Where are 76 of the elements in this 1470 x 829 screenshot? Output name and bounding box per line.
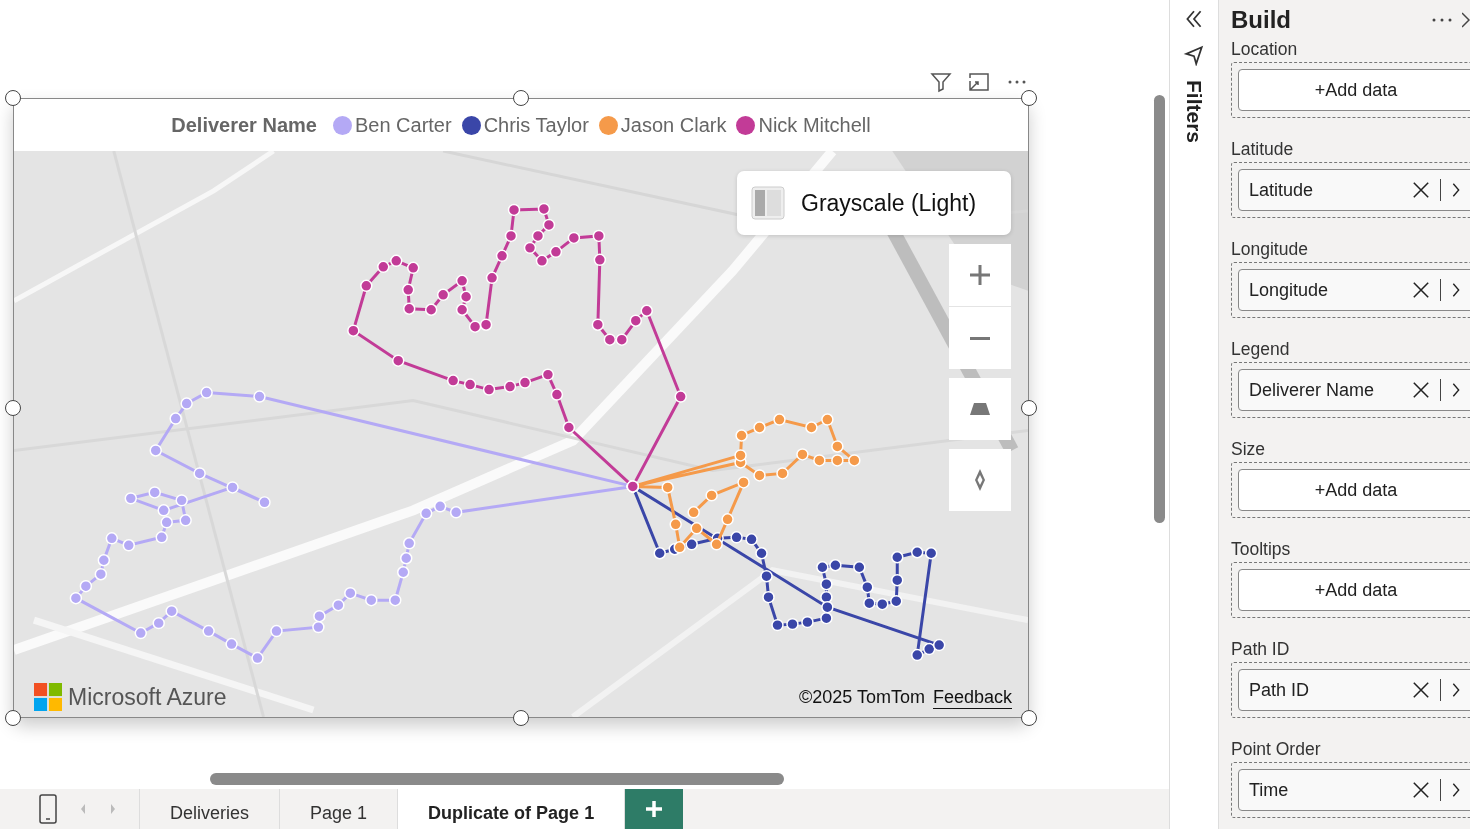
well-label: Point Order xyxy=(1231,738,1322,761)
resize-handle[interactable] xyxy=(1021,400,1037,416)
close-icon[interactable] xyxy=(1412,181,1430,199)
resize-handle[interactable] xyxy=(1021,710,1037,726)
drop-zone[interactable]: Latitude xyxy=(1231,162,1470,218)
field-pill[interactable]: Longitude xyxy=(1238,269,1470,311)
add-page-button[interactable] xyxy=(625,789,684,829)
legend-label: Chris Taylor xyxy=(483,113,589,137)
close-icon[interactable] xyxy=(1412,781,1430,799)
well-label: Legend xyxy=(1231,338,1291,361)
plus-icon xyxy=(968,263,992,287)
legend-label: Jason Clark xyxy=(620,113,727,137)
page-tab[interactable]: Deliveries xyxy=(140,789,281,829)
focus-mode-icon[interactable] xyxy=(967,70,991,94)
phone-icon[interactable] xyxy=(38,794,58,824)
drop-zone[interactable]: +Add data xyxy=(1231,462,1470,518)
well-label: Longitude xyxy=(1231,238,1309,261)
add-data-button[interactable]: +Add data xyxy=(1238,469,1470,511)
close-icon[interactable] xyxy=(1412,681,1430,699)
drop-zone[interactable]: Time xyxy=(1231,762,1470,818)
map-style-button[interactable]: Grayscale (Light) xyxy=(737,171,1011,235)
drop-zone[interactable]: Longitude xyxy=(1231,262,1470,318)
legend-title: Deliverer Name xyxy=(171,113,317,137)
pitch-button[interactable] xyxy=(949,378,1011,440)
filters-tab[interactable]: Filters xyxy=(1182,80,1206,144)
drop-zone[interactable]: Path ID xyxy=(1231,662,1470,718)
field-name: Deliverer Name xyxy=(1249,379,1376,401)
scrollbar-thumb[interactable] xyxy=(210,773,784,785)
resize-handle[interactable] xyxy=(1021,90,1037,106)
field-name: Path ID xyxy=(1249,679,1311,701)
field-name: Time xyxy=(1249,779,1290,801)
field-pill[interactable]: Latitude xyxy=(1238,169,1470,211)
field-pill[interactable]: Deliverer Name xyxy=(1238,369,1470,411)
field-name: Latitude xyxy=(1249,179,1315,201)
brand-name: Microsoft Azure xyxy=(68,683,227,711)
close-icon[interactable] xyxy=(1412,381,1430,399)
well-label: Path ID xyxy=(1231,638,1291,661)
resize-handle[interactable] xyxy=(5,400,21,416)
field-pill[interactable]: Time xyxy=(1238,769,1470,811)
feedback-link[interactable]: Feedback xyxy=(932,687,1012,709)
chevron-icon[interactable] xyxy=(1451,381,1461,399)
resize-handle[interactable] xyxy=(5,710,21,726)
expand-icon[interactable] xyxy=(1462,10,1470,30)
legend-label: Ben Carter xyxy=(354,113,452,137)
field-name: Longitude xyxy=(1249,279,1330,301)
page-tab[interactable]: Duplicate of Page 1 xyxy=(398,789,626,829)
resize-handle[interactable] xyxy=(513,710,529,726)
chevron-icon[interactable] xyxy=(1451,281,1461,299)
drop-zone[interactable]: +Add data xyxy=(1231,62,1470,118)
chevron-icon[interactable] xyxy=(1451,181,1461,199)
field-pill[interactable]: Path ID xyxy=(1238,669,1470,711)
map-style-icon xyxy=(751,186,785,220)
resize-handle[interactable] xyxy=(5,90,21,106)
chevron-icon[interactable] xyxy=(1451,681,1461,699)
more-options-icon[interactable] xyxy=(1430,16,1454,24)
well-label: Tooltips xyxy=(1231,538,1292,561)
well-label: Latitude xyxy=(1231,138,1295,161)
well-label: Size xyxy=(1231,438,1267,461)
scrollbar-thumb[interactable] xyxy=(1154,95,1165,523)
legend-label: Nick Mitchell xyxy=(758,113,871,137)
plus-icon xyxy=(644,799,665,819)
minus-icon xyxy=(968,336,992,340)
resize-handle[interactable] xyxy=(513,90,529,106)
pane-title: Build xyxy=(1231,6,1292,34)
compass-button[interactable] xyxy=(949,449,1011,511)
logo-icon xyxy=(34,683,62,711)
well-label: Location xyxy=(1231,38,1299,61)
add-data-button[interactable]: +Add data xyxy=(1238,69,1470,111)
map-style-label: Grayscale (Light) xyxy=(801,189,977,217)
add-data-button[interactable]: +Add data xyxy=(1238,569,1470,611)
copyright-text: ©2025 TomTom xyxy=(798,687,925,709)
close-icon[interactable] xyxy=(1412,281,1430,299)
drop-zone[interactable]: +Add data xyxy=(1231,562,1470,618)
chevron-icon[interactable] xyxy=(1451,781,1461,799)
drop-zone[interactable]: Deliverer Name xyxy=(1231,362,1470,418)
zoom-in-button[interactable] xyxy=(949,244,1011,306)
